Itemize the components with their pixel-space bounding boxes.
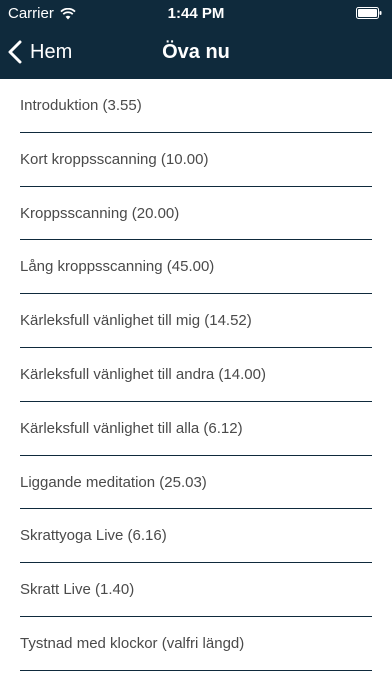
status-time: 1:44 PM <box>167 5 225 22</box>
list-item-label: Tystnad med klockor (valfri längd) <box>20 634 245 652</box>
page-title: Öva nu <box>162 41 230 63</box>
header: Carrier 1:44 PM Hem Öva nu <box>0 0 392 79</box>
list-item[interactable]: Kärleksfull vänlighet till mig (14.52) <box>0 294 392 348</box>
list-item-label: Liggande meditation (25.03) <box>20 473 207 491</box>
list-item-label: Kärleksfull vänlighet till andra (14.00) <box>20 365 266 383</box>
list-item-label: Lång kroppsscanning (45.00) <box>20 258 215 276</box>
list-item-label: Skrattyoga Live (6.16) <box>20 527 167 545</box>
list-item[interactable]: Liggande meditation (25.03) <box>0 456 392 510</box>
divider <box>20 669 372 671</box>
list-item-label: Skratt Live (1.40) <box>20 581 135 599</box>
list-item[interactable]: Skrattyoga Live (6.16) <box>0 509 392 564</box>
battery-icon <box>356 7 382 19</box>
list-item[interactable]: Kroppsscanning (20.00) <box>0 187 392 241</box>
list-item[interactable]: Kärleksfull vänlighet till andra (14.00) <box>0 348 392 402</box>
list-item[interactable]: Kort kroppsscanning (10.00) <box>0 133 392 187</box>
list-item-label: Introduktion (3.55) <box>20 97 142 114</box>
nav-bar: Hem Öva nu <box>0 28 392 79</box>
list-item-label: Kroppsscanning (20.00) <box>20 204 180 222</box>
list-item[interactable]: Lång kroppsscanning (45.00) <box>0 240 392 295</box>
list-item-label: Kärleksfull vänlighet till mig (14.52) <box>20 312 252 330</box>
list-item[interactable]: Tystnad med klockor (valfri längd) <box>0 617 392 671</box>
list-item[interactable]: Introduktion (3.55) <box>0 79 392 133</box>
list-item[interactable]: Skratt Live (1.40) <box>0 563 392 617</box>
status-bar: Carrier 1:44 PM <box>0 0 392 28</box>
list-item-label: Kort kroppsscanning (10.00) <box>20 150 209 168</box>
list-item-label: Kärleksfull vänlighet till alla (6.12) <box>20 419 243 437</box>
exercise-list: Introduktion (3.55) Kort kroppsscanning … <box>0 79 392 671</box>
list-item[interactable]: Kärleksfull vänlighet till alla (6.12) <box>0 402 392 456</box>
